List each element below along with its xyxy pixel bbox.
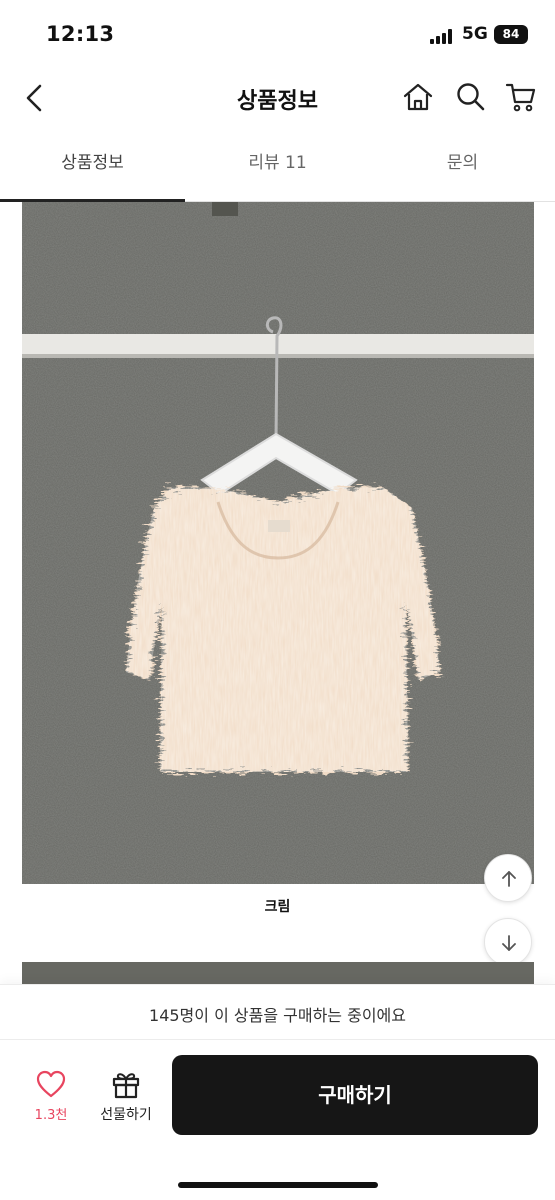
status-time: 12:13 bbox=[46, 22, 115, 46]
product-image[interactable] bbox=[22, 202, 534, 884]
like-count: 1.3천 bbox=[34, 1108, 68, 1123]
next-product-image bbox=[22, 962, 534, 986]
home-icon bbox=[403, 83, 433, 111]
buy-button[interactable]: 구매하기 bbox=[172, 1055, 538, 1135]
arrow-up-icon bbox=[502, 871, 516, 887]
image-caption: 크림 bbox=[264, 899, 291, 915]
search-button[interactable] bbox=[454, 80, 488, 114]
battery-icon: 84 bbox=[494, 25, 528, 44]
cart-button[interactable] bbox=[504, 80, 538, 114]
home-button[interactable] bbox=[401, 80, 435, 114]
gift-icon bbox=[112, 1073, 140, 1099]
heart-icon bbox=[36, 1070, 66, 1098]
cart-icon bbox=[505, 83, 536, 112]
signal-icon bbox=[430, 28, 454, 44]
tab-product-info[interactable]: 상품정보 bbox=[0, 134, 185, 201]
scroll-down-button[interactable] bbox=[484, 918, 532, 966]
scroll-up-button[interactable] bbox=[484, 854, 532, 902]
bottom-action-bar: 1.3천 선물하기 구매하기 bbox=[0, 1040, 555, 1200]
status-bar: 12:13 5G 84 bbox=[0, 0, 555, 68]
battery-level: 84 bbox=[502, 27, 520, 41]
arrow-down-icon bbox=[502, 935, 516, 951]
nav-bar: 상품정보 bbox=[0, 68, 555, 128]
home-indicator bbox=[178, 1182, 378, 1188]
gift-label: 선물하기 bbox=[100, 1107, 152, 1123]
purchase-activity-banner: 145명이 이 상품을 구매하는 중이에요 bbox=[0, 984, 555, 1040]
network-type: 5G bbox=[462, 24, 488, 44]
like-button[interactable]: 1.3천 bbox=[26, 1070, 76, 1130]
search-icon bbox=[457, 83, 485, 111]
gift-button[interactable]: 선물하기 bbox=[88, 1070, 164, 1130]
tab-reviews[interactable]: 리뷰 11 bbox=[185, 134, 370, 201]
tab-inquiry[interactable]: 문의 bbox=[370, 134, 555, 201]
purchase-activity-text: 145명이 이 상품을 구매하는 중이에요 bbox=[149, 1006, 406, 1025]
tab-bar: 상품정보 리뷰 11 문의 bbox=[0, 134, 555, 202]
product-photo bbox=[22, 202, 534, 884]
